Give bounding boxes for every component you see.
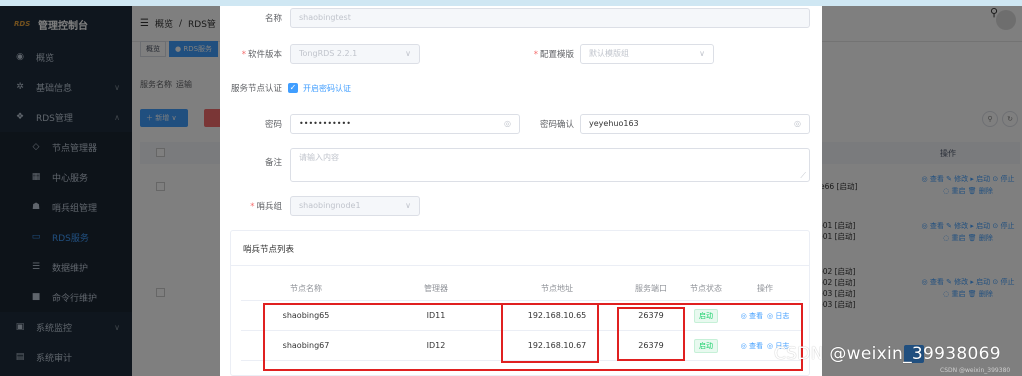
edit-dialog: 名称 shaobingtest * 软件版本 TongRDS 2.2.1 ∨ * 配置… <box>220 6 822 376</box>
chevron-down-icon: ∨ <box>405 201 411 210</box>
divider <box>231 265 809 266</box>
col-node-name: 节点名称 <box>290 284 322 293</box>
chevron-down-icon: ∨ <box>699 49 705 58</box>
name-label: 名称 <box>264 14 282 24</box>
sentinel-label: * 哨兵组 <box>220 200 282 212</box>
template-row: * 配置模版 默认模版组 ∨ <box>526 44 714 64</box>
template-select[interactable]: 默认模版组 ∨ <box>580 44 714 64</box>
remark-row: 备注 请输入内容 ⟋ <box>220 148 810 182</box>
software-label: * 软件版本 <box>220 48 282 60</box>
name-row: 名称 shaobingtest <box>220 8 810 28</box>
required-mark: * <box>250 202 255 212</box>
template-label: * 配置模版 <box>526 48 574 60</box>
sentinel-select[interactable]: shaobingnode1 ∨ <box>290 196 420 216</box>
sentinel-node-card: 哨兵节点列表 节点名称 管理器 节点地址 服务端口 节点状态 操作 shaobi… <box>230 230 810 376</box>
card-title: 哨兵节点列表 <box>243 245 295 255</box>
col-manager: 管理器 <box>424 284 448 293</box>
auth-checkbox-label[interactable]: 开启密码认证 <box>303 83 351 94</box>
watermark-small: CSDN @weixin_399380 <box>940 367 1011 374</box>
remark-placeholder: 请输入内容 <box>299 153 339 162</box>
confirm-label: 密码确认 <box>539 120 574 130</box>
password-value: ••••••••••• <box>299 119 351 128</box>
auth-checkbox[interactable]: ✓ <box>288 83 298 93</box>
remark-textarea[interactable]: 请输入内容 ⟋ <box>290 148 810 182</box>
col-actions: 操作 <box>757 284 773 293</box>
eye-icon[interactable]: ◎ <box>504 115 511 133</box>
col-node-status: 节点状态 <box>690 284 722 293</box>
col-node-address: 节点地址 <box>541 284 573 293</box>
software-label-text: 软件版本 <box>247 50 282 60</box>
chevron-down-icon: ∨ <box>405 49 411 58</box>
confirm-value: yeyehuo163 <box>589 119 639 128</box>
password-label: 密码 <box>264 120 282 130</box>
password-row: 密码 ••••••••••• ◎ <box>220 114 520 134</box>
sentinel-label-text: 哨兵组 <box>256 202 282 212</box>
node-table-header: 节点名称 管理器 节点地址 服务端口 节点状态 操作 <box>241 277 801 301</box>
sentinel-row: * 哨兵组 shaobingnode1 ∨ <box>220 196 420 216</box>
confirm-password-field[interactable]: yeyehuo163 ◎ <box>580 114 810 134</box>
watermark: CSDN @weixin_39938069 <box>774 344 1001 364</box>
annotation-box-address <box>501 303 599 363</box>
template-select-placeholder: 默认模版组 <box>589 49 629 58</box>
software-row: * 软件版本 TongRDS 2.2.1 ∨ <box>220 44 420 64</box>
col-service-port: 服务端口 <box>635 284 667 293</box>
software-select-value: TongRDS 2.2.1 <box>299 49 358 58</box>
template-label-text: 配置模版 <box>539 50 574 60</box>
confirm-row: 密码确认 yeyehuo163 ◎ <box>526 114 810 134</box>
sentinel-select-value: shaobingnode1 <box>299 201 361 210</box>
auth-label: 服务节点认证 <box>230 84 282 94</box>
eye-icon[interactable]: ◎ <box>794 115 801 133</box>
password-field[interactable]: ••••••••••• ◎ <box>290 114 520 134</box>
software-select[interactable]: TongRDS 2.2.1 ∨ <box>290 44 420 64</box>
auth-row: 服务节点认证 ✓ 开启密码认证 <box>220 82 351 94</box>
required-mark: * <box>241 50 246 60</box>
annotation-box-port <box>617 307 685 361</box>
resize-handle-icon[interactable]: ⟋ <box>800 167 806 185</box>
name-field[interactable]: shaobingtest <box>290 8 810 28</box>
required-mark: * <box>533 50 538 60</box>
remark-label: 备注 <box>264 158 282 168</box>
